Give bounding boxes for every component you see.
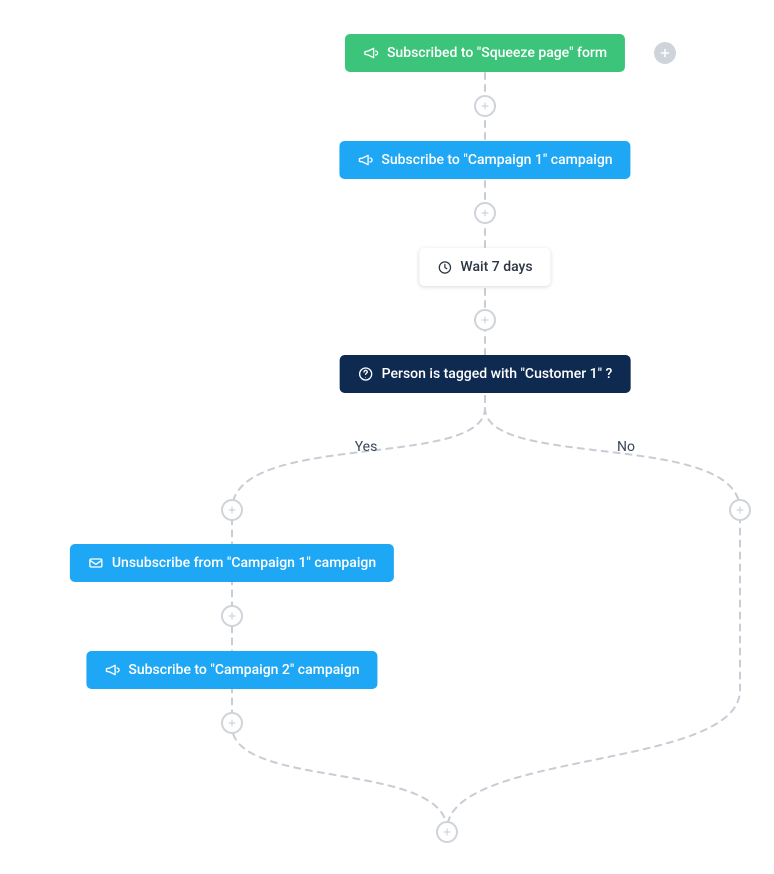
- action-label: Unsubscribe from "Campaign 1" campaign: [112, 555, 376, 571]
- megaphone-icon: [104, 662, 120, 678]
- question-icon: [358, 366, 374, 382]
- trigger-node[interactable]: Subscribed to "Squeeze page" form: [345, 34, 625, 72]
- branch-label-no: No: [617, 439, 635, 455]
- add-step-sibling[interactable]: [654, 42, 676, 64]
- action-label: Subscribe to "Campaign 1" campaign: [381, 152, 612, 168]
- add-step-after-trigger[interactable]: [474, 95, 496, 117]
- action-subscribe-campaign2[interactable]: Subscribe to "Campaign 2" campaign: [86, 651, 377, 689]
- condition-node[interactable]: Person is tagged with "Customer 1" ?: [340, 355, 631, 393]
- add-step-yes-mid[interactable]: [221, 605, 243, 627]
- add-step-merge[interactable]: [436, 821, 458, 843]
- add-step-after-wait[interactable]: [474, 309, 496, 331]
- wait-node[interactable]: Wait 7 days: [419, 248, 550, 286]
- megaphone-icon: [357, 152, 373, 168]
- branch-label-yes: Yes: [355, 439, 378, 455]
- action-subscribe-campaign1[interactable]: Subscribe to "Campaign 1" campaign: [339, 141, 630, 179]
- action-label: Subscribe to "Campaign 2" campaign: [128, 662, 359, 678]
- condition-node-label: Person is tagged with "Customer 1" ?: [382, 366, 613, 382]
- mail-off-icon: [88, 555, 104, 571]
- action-unsubscribe-campaign1[interactable]: Unsubscribe from "Campaign 1" campaign: [70, 544, 394, 582]
- add-step-after-action1[interactable]: [474, 202, 496, 224]
- wait-node-label: Wait 7 days: [460, 259, 532, 275]
- add-step-yes-top[interactable]: [221, 499, 243, 521]
- add-step-yes-bottom[interactable]: [221, 712, 243, 734]
- clock-icon: [437, 260, 452, 275]
- trigger-node-label: Subscribed to "Squeeze page" form: [387, 45, 607, 61]
- add-step-no-top[interactable]: [729, 499, 751, 521]
- megaphone-icon: [363, 45, 379, 61]
- connector-lines: [0, 0, 774, 874]
